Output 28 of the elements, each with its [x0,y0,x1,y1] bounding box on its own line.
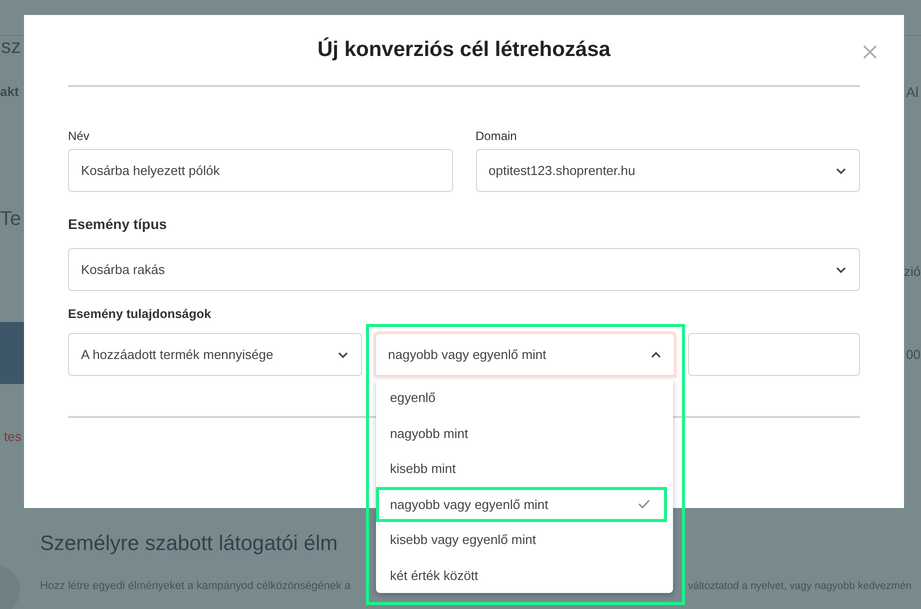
dropdown-option[interactable]: kisebb mint [376,451,673,486]
operator-select[interactable]: nagyobb vagy egyenlő mint [375,333,675,376]
field-label: Név [68,129,90,143]
amount-field[interactable] [688,333,860,376]
dialog-title: Új konverziós cél létrehozása [318,38,610,62]
link-text: tes [4,429,22,444]
domain-select[interactable]: optitest123.shoprenter.hu [476,149,860,192]
close-icon[interactable] [862,44,878,60]
dropdown-option[interactable]: két érték között [376,558,673,593]
column-header: Al [906,84,918,100]
dropdown-option[interactable]: nagyobb vagy egyenlő mint [376,486,667,522]
name-field[interactable]: Kosárba helyezett pólók [68,149,452,192]
section-label: Esemény típus [68,216,168,232]
tab-label: akt [0,84,19,99]
section-heading: Személyre szabott látogatói élm [40,532,338,556]
field-label: Domain [476,129,518,143]
check-icon [638,498,650,510]
page-title: sz [1,36,21,59]
dropdown-option[interactable]: kisebb vagy egyenlő mint [376,522,673,558]
section-label: Esemény tulajdonságok [68,307,212,321]
table-cell: 00 [906,347,920,362]
event-type-select[interactable]: Kosárba rakás [68,248,860,291]
thumbnail-image [0,322,24,384]
table-cell: zió [904,264,921,279]
dropdown-option[interactable]: nagyobb mint [376,416,673,451]
property-select[interactable]: A hozzáadott termék mennyisége [68,333,362,376]
dropdown-option[interactable]: egyenlő [376,380,673,416]
section-title: Te [0,208,22,231]
